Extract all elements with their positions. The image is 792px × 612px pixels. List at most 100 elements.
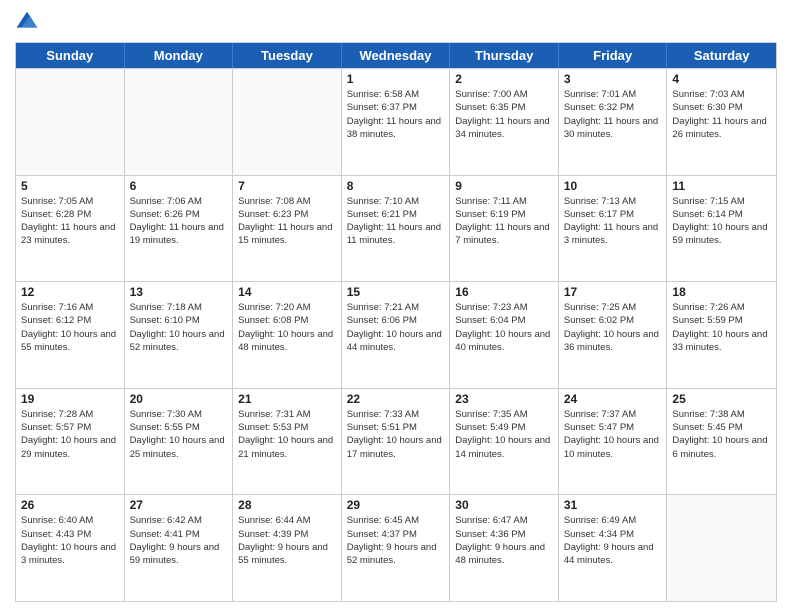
sunrise-text: Sunrise: 7:26 AM [672,301,771,314]
sunset-text: Sunset: 6:02 PM [564,314,662,327]
daylight-text: Daylight: 10 hours and 3 minutes. [21,541,119,568]
sunset-text: Sunset: 5:53 PM [238,421,336,434]
calendar-cell: 24 Sunrise: 7:37 AMSunset: 5:47 PMDayligh… [559,389,668,495]
sunset-text: Sunset: 6:08 PM [238,314,336,327]
daylight-text: Daylight: 9 hours and 52 minutes. [347,541,445,568]
sunrise-text: Sunrise: 7:21 AM [347,301,445,314]
calendar-cell [667,495,776,601]
sunset-text: Sunset: 4:43 PM [21,528,119,541]
day-number: 29 [347,498,445,512]
daylight-text: Daylight: 11 hours and 38 minutes. [347,115,445,142]
day-info: Sunrise: 7:20 AMSunset: 6:08 PMDaylight:… [238,301,336,354]
daylight-text: Daylight: 11 hours and 23 minutes. [21,221,119,248]
day-number: 11 [672,179,771,193]
sunset-text: Sunset: 6:35 PM [455,101,553,114]
weekday-header-sunday: Sunday [16,43,125,68]
sunset-text: Sunset: 6:10 PM [130,314,228,327]
calendar-cell: 26Sunrise: 6:40 AMSunset: 4:43 PMDayligh… [16,495,125,601]
daylight-text: Daylight: 9 hours and 59 minutes. [130,541,228,568]
day-info: Sunrise: 7:01 AMSunset: 6:32 PMDaylight:… [564,88,662,141]
sunset-text: Sunset: 6:17 PM [564,208,662,221]
day-info: Sunrise: 7:31 AMSunset: 5:53 PMDaylight:… [238,408,336,461]
calendar-row-1: 5Sunrise: 7:05 AMSunset: 6:28 PMDaylight… [16,175,776,282]
sunset-text: Sunset: 4:39 PM [238,528,336,541]
sunset-text: Sunset: 5:59 PM [672,314,771,327]
sunrise-text: Sunrise: 7:33 AM [347,408,445,421]
calendar-cell: 23Sunrise: 7:35 AMSunset: 5:49 PMDayligh… [450,389,559,495]
sunrise-text: Sunrise: 7:15 AM [672,195,771,208]
sunrise-text: Sunrise: 7:10 AM [347,195,445,208]
sunset-text: Sunset: 6:04 PM [455,314,553,327]
day-number: 8 [347,179,445,193]
day-number: 5 [21,179,119,193]
sunrise-text: Sunrise: 7:38 AM [672,408,771,421]
sunrise-text: Sunrise: 6:58 AM [347,88,445,101]
daylight-text: Daylight: 10 hours and 44 minutes. [347,328,445,355]
day-info: Sunrise: 7:21 AMSunset: 6:06 PMDaylight:… [347,301,445,354]
sunrise-text: Sunrise: 7:01 AM [564,88,662,101]
daylight-text: Daylight: 10 hours and 10 minutes. [564,434,662,461]
daylight-text: Daylight: 10 hours and 36 minutes. [564,328,662,355]
sunset-text: Sunset: 4:34 PM [564,528,662,541]
sunset-text: Sunset: 6:28 PM [21,208,119,221]
sunrise-text: Sunrise: 7:20 AM [238,301,336,314]
daylight-text: Daylight: 10 hours and 29 minutes. [21,434,119,461]
day-number: 24 [564,392,662,406]
sunset-text: Sunset: 6:23 PM [238,208,336,221]
daylight-text: Daylight: 10 hours and 6 minutes. [672,434,771,461]
daylight-text: Daylight: 10 hours and 33 minutes. [672,328,771,355]
sunset-text: Sunset: 4:37 PM [347,528,445,541]
daylight-text: Daylight: 11 hours and 3 minutes. [564,221,662,248]
calendar-row-3: 19Sunrise: 7:28 AMSunset: 5:57 PMDayligh… [16,388,776,495]
daylight-text: Daylight: 10 hours and 17 minutes. [347,434,445,461]
calendar-cell: 19Sunrise: 7:28 AMSunset: 5:57 PMDayligh… [16,389,125,495]
weekday-header-monday: Monday [125,43,234,68]
day-number: 23 [455,392,553,406]
daylight-text: Daylight: 10 hours and 55 minutes. [21,328,119,355]
sunset-text: Sunset: 4:36 PM [455,528,553,541]
calendar-cell: 27Sunrise: 6:42 AMSunset: 4:41 PMDayligh… [125,495,234,601]
daylight-text: Daylight: 10 hours and 59 minutes. [672,221,771,248]
day-info: Sunrise: 7:38 AMSunset: 5:45 PMDaylight:… [672,408,771,461]
sunrise-text: Sunrise: 7:23 AM [455,301,553,314]
day-number: 17 [564,285,662,299]
day-number: 18 [672,285,771,299]
day-info: Sunrise: 7:06 AMSunset: 6:26 PMDaylight:… [130,195,228,248]
calendar-cell: 9 Sunrise: 7:11 AMSunset: 6:19 PMDaylight… [450,176,559,282]
day-info: Sunrise: 7:25 AMSunset: 6:02 PMDaylight:… [564,301,662,354]
daylight-text: Daylight: 10 hours and 25 minutes. [130,434,228,461]
sunrise-text: Sunrise: 7:03 AM [672,88,771,101]
daylight-text: Daylight: 10 hours and 21 minutes. [238,434,336,461]
daylight-text: Daylight: 11 hours and 7 minutes. [455,221,553,248]
sunrise-text: Sunrise: 7:25 AM [564,301,662,314]
day-info: Sunrise: 7:37 AMSunset: 5:47 PMDaylight:… [564,408,662,461]
calendar-cell: 28Sunrise: 6:44 AMSunset: 4:39 PMDayligh… [233,495,342,601]
calendar-cell [125,69,234,175]
daylight-text: Daylight: 11 hours and 11 minutes. [347,221,445,248]
day-info: Sunrise: 7:11 AMSunset: 6:19 PMDaylight:… [455,195,553,248]
sunset-text: Sunset: 6:12 PM [21,314,119,327]
sunset-text: Sunset: 6:37 PM [347,101,445,114]
calendar-cell: 29Sunrise: 6:45 AMSunset: 4:37 PMDayligh… [342,495,451,601]
day-number: 9 [455,179,553,193]
calendar-row-4: 26Sunrise: 6:40 AMSunset: 4:43 PMDayligh… [16,494,776,601]
day-info: Sunrise: 7:16 AMSunset: 6:12 PMDaylight:… [21,301,119,354]
sunset-text: Sunset: 5:57 PM [21,421,119,434]
calendar-cell: 31Sunrise: 6:49 AMSunset: 4:34 PMDayligh… [559,495,668,601]
day-info: Sunrise: 7:18 AMSunset: 6:10 PMDaylight:… [130,301,228,354]
sunset-text: Sunset: 6:30 PM [672,101,771,114]
calendar-cell [16,69,125,175]
daylight-text: Daylight: 10 hours and 14 minutes. [455,434,553,461]
day-number: 15 [347,285,445,299]
day-number: 4 [672,72,771,86]
day-number: 14 [238,285,336,299]
sunrise-text: Sunrise: 6:44 AM [238,514,336,527]
calendar-cell: 16 Sunrise: 7:23 AMSunset: 6:04 PMDayligh… [450,282,559,388]
sunrise-text: Sunrise: 7:35 AM [455,408,553,421]
day-number: 16 [455,285,553,299]
calendar-row-2: 12Sunrise: 7:16 AMSunset: 6:12 PMDayligh… [16,281,776,388]
page: SundayMondayTuesdayWednesdayThursdayFrid… [0,0,792,612]
daylight-text: Daylight: 10 hours and 40 minutes. [455,328,553,355]
sunrise-text: Sunrise: 7:13 AM [564,195,662,208]
daylight-text: Daylight: 9 hours and 44 minutes. [564,541,662,568]
